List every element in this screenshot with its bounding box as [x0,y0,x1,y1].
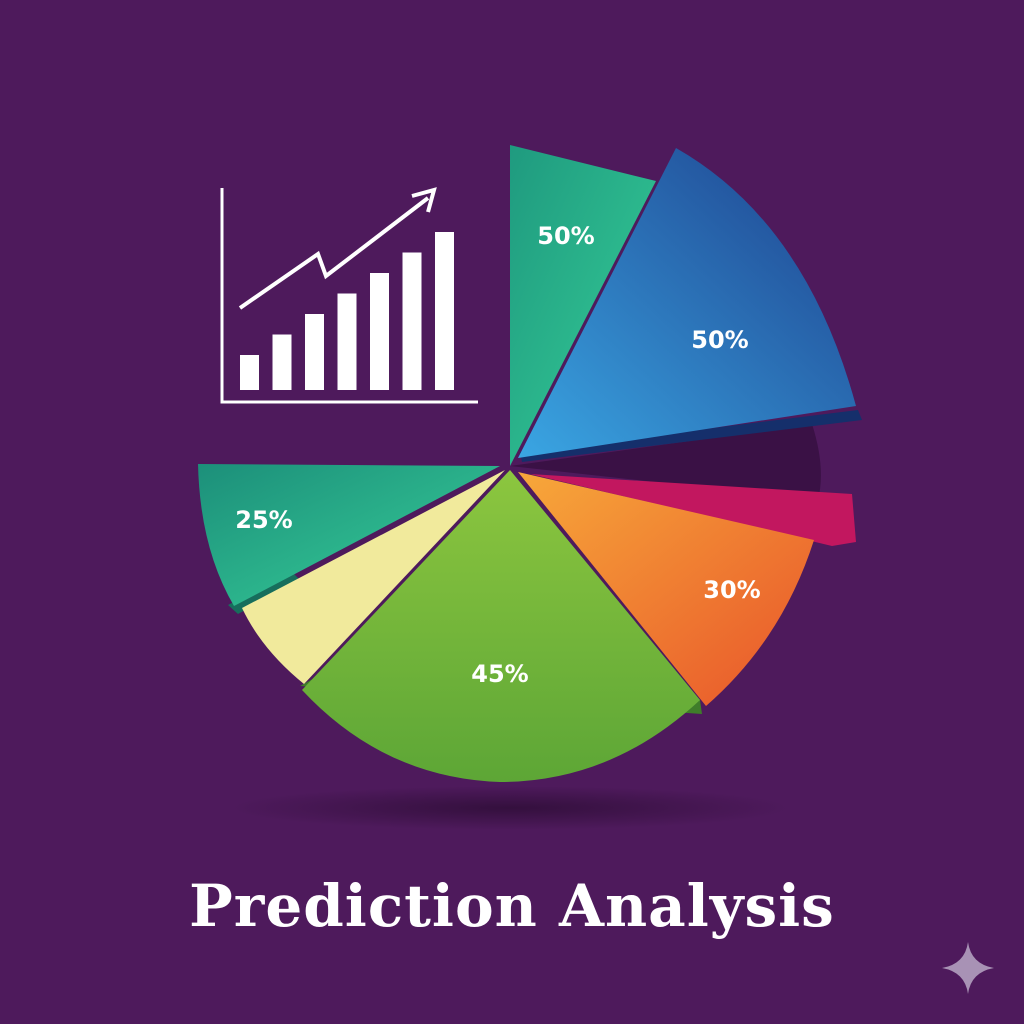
pie-shadow [230,786,790,830]
growth-chart-trend-line [238,196,430,310]
growth-chart-bar [435,232,454,390]
growth-chart-bar [337,293,357,390]
growth-chart-icon [220,187,478,404]
sparkle-icon [942,942,994,994]
pie-label-teal-left: 25% [235,506,292,534]
pie-label-green: 45% [471,660,528,688]
page-title: Prediction Analysis [189,872,835,940]
pie-label-blue: 50% [691,326,748,354]
growth-chart-bars [240,232,454,390]
growth-chart-bar [402,252,422,390]
growth-chart-bar [305,314,324,390]
growth-chart-bar [272,334,292,390]
growth-chart-bar [240,355,259,390]
pie-label-orange: 30% [703,576,760,604]
growth-chart-bar [370,273,389,390]
pie-label-teal-top: 50% [537,222,594,250]
